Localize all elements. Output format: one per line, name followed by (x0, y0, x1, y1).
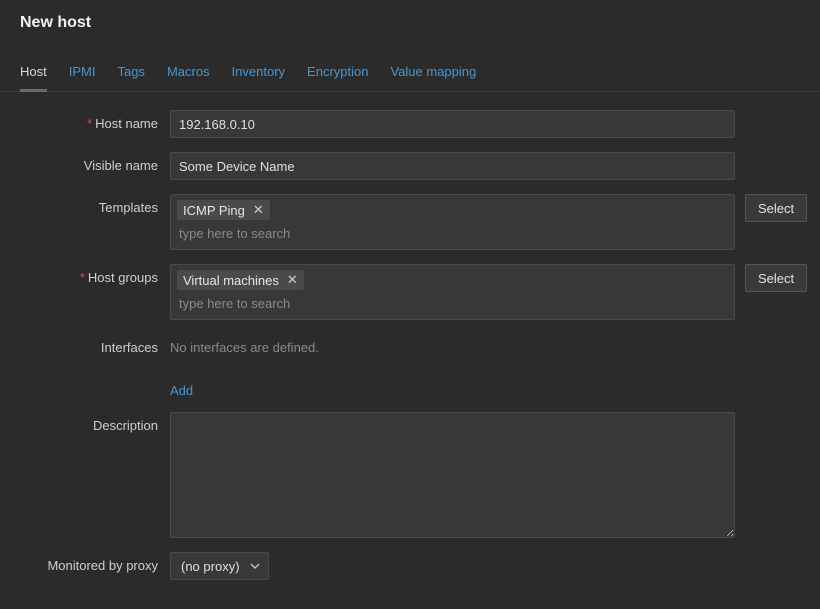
description-textarea[interactable] (170, 412, 735, 538)
hostgroups-tagbox[interactable]: Virtual machines ✕ (170, 264, 735, 320)
label-hostname: *Host name (20, 110, 170, 131)
row-hostname: *Host name (20, 110, 800, 138)
label-hostgroups: *Host groups (20, 264, 170, 285)
tab-inventory[interactable]: Inventory (232, 64, 285, 91)
label-interfaces: Interfaces (20, 334, 170, 355)
remove-tag-icon[interactable]: ✕ (253, 202, 264, 218)
host-form: *Host name Visible name Templates ICMP P… (0, 92, 820, 598)
row-interfaces: Interfaces No interfaces are defined. Ad… (20, 334, 800, 398)
tab-macros[interactable]: Macros (167, 64, 210, 91)
hostgroup-tag-virtual-machines[interactable]: Virtual machines ✕ (177, 270, 304, 290)
row-description: Description (20, 412, 800, 538)
label-hostgroups-text: Host groups (88, 270, 158, 285)
templates-search-input[interactable] (177, 224, 377, 243)
chevron-down-icon (250, 563, 260, 569)
interfaces-add-link[interactable]: Add (170, 383, 193, 398)
hostgroups-search-input[interactable] (177, 294, 377, 313)
tabs: Host IPMI Tags Macros Inventory Encrypti… (0, 38, 820, 92)
monitoredby-value: (no proxy) (181, 559, 240, 574)
tab-tags[interactable]: Tags (117, 64, 144, 91)
templates-select-button[interactable]: Select (745, 194, 807, 222)
tab-value-mapping[interactable]: Value mapping (390, 64, 476, 91)
label-hostname-text: Host name (95, 116, 158, 131)
modal-title: New host (0, 0, 820, 38)
monitoredby-select[interactable]: (no proxy) (170, 552, 269, 580)
templates-tagbox[interactable]: ICMP Ping ✕ (170, 194, 735, 250)
label-templates: Templates (20, 194, 170, 215)
new-host-modal: New host Host IPMI Tags Macros Inventory… (0, 0, 820, 609)
label-visiblename: Visible name (20, 152, 170, 173)
template-tag-label: ICMP Ping (183, 203, 245, 218)
tab-ipmi[interactable]: IPMI (69, 64, 96, 91)
template-tag-icmp-ping[interactable]: ICMP Ping ✕ (177, 200, 270, 220)
tab-encryption[interactable]: Encryption (307, 64, 368, 91)
row-monitoredby: Monitored by proxy (no proxy) (20, 552, 800, 580)
row-hostgroups: *Host groups Virtual machines ✕ Select (20, 264, 800, 320)
row-visiblename: Visible name (20, 152, 800, 180)
tab-host[interactable]: Host (20, 64, 47, 92)
interfaces-empty-text: No interfaces are defined. (170, 334, 319, 355)
hostname-input[interactable] (170, 110, 735, 138)
row-templates: Templates ICMP Ping ✕ Select (20, 194, 800, 250)
hostgroup-tag-label: Virtual machines (183, 273, 279, 288)
remove-tag-icon[interactable]: ✕ (287, 272, 298, 288)
label-description: Description (20, 412, 170, 433)
label-monitoredby: Monitored by proxy (20, 552, 170, 573)
hostgroups-select-button[interactable]: Select (745, 264, 807, 292)
visiblename-input[interactable] (170, 152, 735, 180)
